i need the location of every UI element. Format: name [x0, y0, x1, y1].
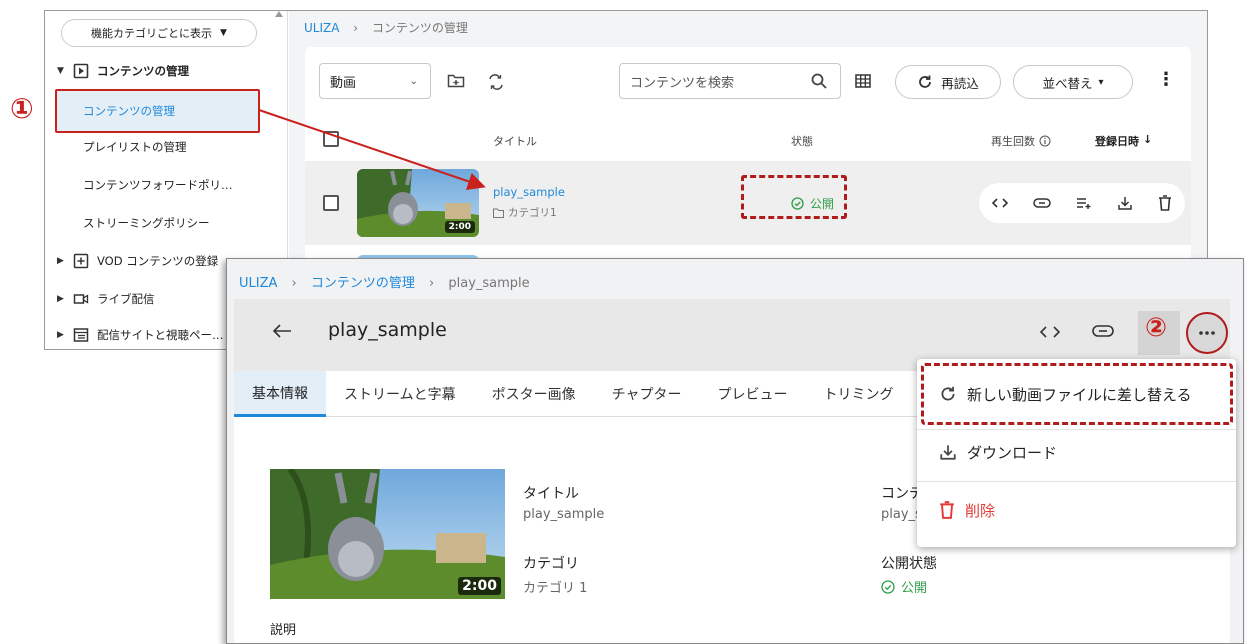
- back-arrow-icon[interactable]: [272, 323, 292, 339]
- tab-chapters[interactable]: チャプター: [594, 371, 700, 417]
- category-field-label: カテゴリ: [523, 556, 579, 572]
- menu-item-download[interactable]: ダウンロード: [917, 423, 1236, 481]
- duration-badge: 2:00: [458, 577, 501, 595]
- breadcrumb-root-link[interactable]: ULIZA: [239, 276, 277, 291]
- check-circle-icon: [881, 579, 895, 594]
- publish-status-label: 公開: [901, 581, 928, 596]
- trash-icon: [939, 501, 955, 519]
- more-options-menu: 新しい動画ファイルに差し替える ダウンロード 削除: [917, 359, 1236, 547]
- publish-field-label: 公開状態: [881, 556, 937, 572]
- embed-code-icon[interactable]: [1040, 325, 1060, 339]
- menu-item-delete[interactable]: 削除: [917, 481, 1236, 539]
- title-field-label: タイトル: [523, 486, 579, 502]
- more-horiz-icon: [1198, 331, 1216, 335]
- breadcrumb-separator: ›: [291, 276, 297, 291]
- breadcrumb-separator: ›: [429, 276, 435, 291]
- tab-preview[interactable]: プレビュー: [699, 371, 805, 417]
- link-icon[interactable]: [1092, 325, 1114, 337]
- download-icon: [939, 443, 957, 461]
- breadcrumb-parent-link[interactable]: コンテンツの管理: [311, 276, 415, 291]
- category-field-value: カテゴリ 1: [523, 581, 588, 596]
- step-marker-2: ②: [1145, 313, 1168, 343]
- tab-streams-subtitles[interactable]: ストリームと字幕: [326, 371, 474, 417]
- tab-trimming[interactable]: トリミング: [805, 371, 911, 417]
- content-id-field-value: play_s: [881, 507, 922, 522]
- title-field-value: play_sample: [523, 507, 605, 522]
- content-detail-window: ULIZA › コンテンツの管理 › play_sample play_samp…: [226, 258, 1244, 644]
- tab-basic-info[interactable]: 基本情報: [234, 371, 326, 417]
- more-options-button[interactable]: [1186, 312, 1228, 354]
- menu-item-label: ダウンロード: [967, 443, 1058, 462]
- menu-item-label: 削除: [965, 501, 996, 520]
- page-title: play_sample: [328, 319, 447, 341]
- description-label: 説明: [270, 623, 297, 638]
- replace-highlight-box: [921, 363, 1233, 425]
- breadcrumb: ULIZA › コンテンツの管理 › play_sample: [239, 272, 530, 291]
- publish-status: 公開: [881, 577, 927, 596]
- tab-poster-image[interactable]: ポスター画像: [474, 371, 594, 417]
- video-thumbnail: 2:00: [270, 469, 505, 599]
- breadcrumb-current: play_sample: [448, 276, 530, 291]
